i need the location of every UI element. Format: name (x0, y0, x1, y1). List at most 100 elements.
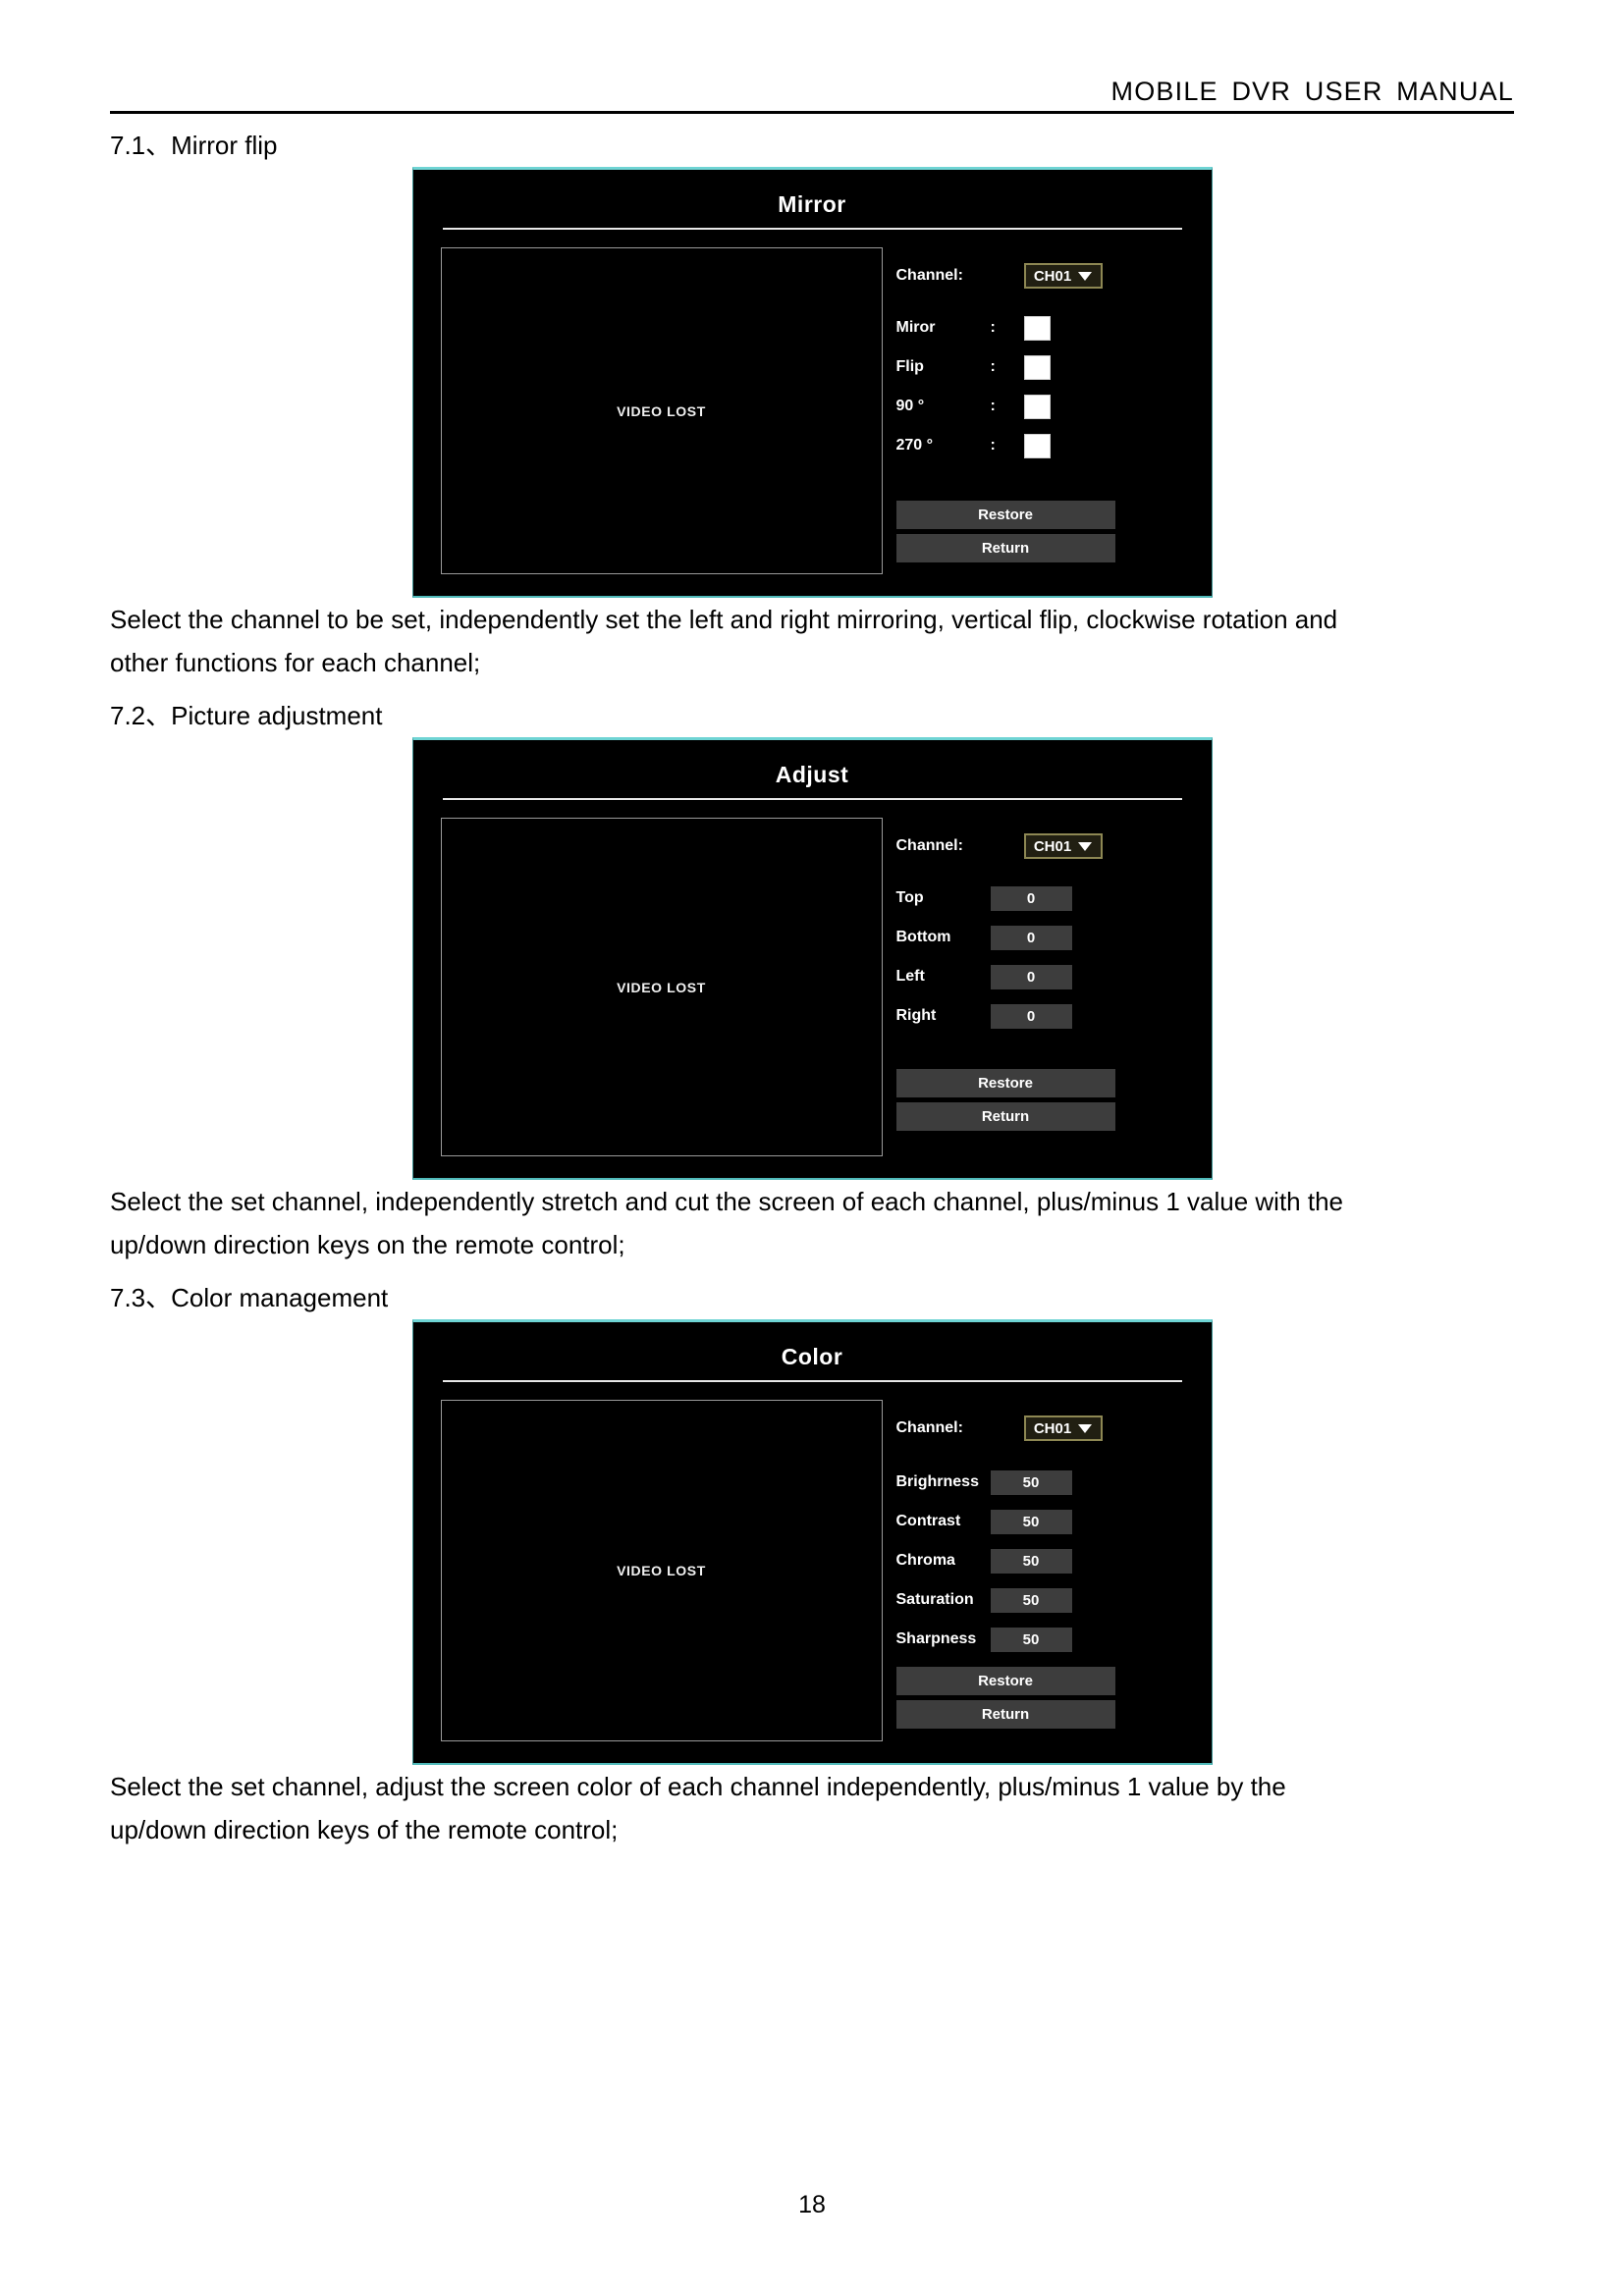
setting-row: Chroma 50 (896, 1541, 1184, 1580)
chevron-down-icon (1078, 841, 1093, 851)
left-value-field[interactable]: 0 (990, 964, 1072, 989)
bottom-value: 0 (1026, 929, 1036, 946)
section-paragraph-color: Select the set channel, adjust the scree… (110, 1765, 1514, 1851)
document-page: MOBILE DVR USER MANUAL 7.1、Mirror flip M… (0, 0, 1624, 2296)
setting-label: Contrast (895, 1513, 961, 1529)
channel-row: Channel: CH01 (896, 263, 1184, 289)
paragraph-line: Select the channel to be set, independen… (110, 605, 1338, 634)
section-paragraph-mirror: Select the channel to be set, independen… (110, 598, 1514, 684)
setting-label: Miror (895, 319, 936, 336)
channel-label: Channel: (895, 1419, 963, 1436)
channel-select[interactable]: CH01 (1023, 1415, 1103, 1441)
section-heading-mirror-flip: 7.1、Mirror flip (110, 131, 278, 160)
channel-select[interactable]: CH01 (1023, 833, 1103, 859)
top-value-field[interactable]: 0 (990, 885, 1072, 911)
setting-row: Bottom 0 (896, 918, 1184, 957)
mirror-setting-rows: Miror : Flip : 90 ° : 270 °: (896, 308, 1184, 465)
dialog-title: Color (781, 1344, 843, 1369)
channel-row: Channel: CH01 (896, 1415, 1184, 1441)
mirror-dialog-figure: Mirror VIDEO LOST Channel: CH01 Miror: … (110, 167, 1514, 598)
setting-row: Sharpness 50 (896, 1620, 1184, 1659)
setting-row: Miror : (896, 308, 1184, 347)
adjust-dialog-figure: Adjust VIDEO LOST Channel: CH01 Top 0 Bo… (110, 737, 1514, 1180)
section-paragraph-adjust: Select the set channel, independently st… (110, 1180, 1514, 1266)
setting-row: Left 0 (896, 957, 1184, 996)
setting-colon: : (990, 398, 996, 414)
dialog-title-divider (442, 1380, 1182, 1382)
adjust-setting-rows: Top 0 Bottom 0 Left 0 Right 0 (896, 879, 1184, 1036)
dialog-title: Adjust (775, 762, 849, 787)
setting-row: Flip : (896, 347, 1184, 387)
rotate-90-checkbox[interactable] (1023, 394, 1051, 419)
right-value: 0 (1026, 1007, 1036, 1025)
restore-button-label: Restore (978, 1673, 1033, 1689)
setting-label: Sharpness (895, 1630, 977, 1647)
mirror-dialog: Mirror VIDEO LOST Channel: CH01 Miror: … (411, 167, 1213, 598)
setting-label: Right (895, 1007, 937, 1024)
restore-button-label: Restore (978, 507, 1033, 523)
setting-colon: : (990, 319, 996, 336)
section-heading-picture-adjustment: 7.2、Picture adjustment (110, 701, 383, 730)
return-button[interactable]: Return (895, 1102, 1115, 1131)
setting-row: 270 ° : (896, 426, 1184, 465)
brightness-value-field[interactable]: 50 (990, 1469, 1072, 1495)
setting-row: Brighrness 50 (896, 1463, 1184, 1502)
setting-label: Bottom (895, 929, 951, 945)
adjust-controls: Channel: CH01 Top 0 Bottom 0 Left 0 Righ… (895, 818, 1184, 1136)
contrast-value-field[interactable]: 50 (990, 1509, 1072, 1534)
video-preview-panel: VIDEO LOST (440, 818, 883, 1156)
color-controls: Channel: CH01 Brighrness 50 Contrast 50 … (895, 1400, 1184, 1734)
setting-label: Left (895, 968, 925, 985)
bottom-value-field[interactable]: 0 (990, 925, 1072, 950)
setting-label: Flip (895, 358, 924, 375)
paragraph-line: up/down direction keys of the remote con… (110, 1815, 619, 1844)
setting-label: Saturation (895, 1591, 974, 1608)
chroma-value: 50 (1022, 1552, 1040, 1570)
dialog-title: Mirror (778, 191, 846, 217)
video-lost-label: VIDEO LOST (617, 402, 706, 419)
section-heading-color-management: 7.3、Color management (110, 1283, 389, 1312)
return-button[interactable]: Return (895, 534, 1115, 562)
channel-select-value: CH01 (1033, 1419, 1072, 1437)
paragraph-line: up/down direction keys on the remote con… (110, 1230, 625, 1259)
restore-button[interactable]: Restore (895, 1069, 1115, 1097)
video-lost-label: VIDEO LOST (617, 979, 706, 995)
return-button[interactable]: Return (895, 1700, 1115, 1729)
setting-row: Saturation 50 (896, 1580, 1184, 1620)
dialog-actions: Restore Return (895, 465, 1184, 567)
channel-label: Channel: (895, 837, 963, 854)
paragraph-line: other functions for each channel; (110, 648, 481, 677)
dialog-actions: Restore Return (895, 1036, 1184, 1136)
sharpness-value: 50 (1022, 1630, 1040, 1648)
chevron-down-icon (1078, 271, 1093, 281)
sharpness-value-field[interactable]: 50 (990, 1627, 1072, 1652)
color-dialog: Color VIDEO LOST Channel: CH01 Brighrnes… (411, 1319, 1213, 1765)
saturation-value-field[interactable]: 50 (990, 1587, 1072, 1613)
channel-label: Channel: (895, 267, 963, 284)
saturation-value: 50 (1022, 1591, 1040, 1609)
rotate-270-checkbox[interactable] (1023, 433, 1051, 458)
setting-colon: : (990, 437, 996, 454)
page-header: MOBILE DVR USER MANUAL (110, 0, 1514, 114)
dialog-title-divider (442, 228, 1182, 230)
setting-label: 90 ° (895, 398, 925, 414)
header-divider (110, 111, 1514, 114)
channel-select[interactable]: CH01 (1023, 263, 1103, 289)
dialog-actions: Restore Return (895, 1659, 1184, 1734)
contrast-value: 50 (1022, 1513, 1040, 1530)
mirror-controls: Channel: CH01 Miror : Flip: 90 °: 270 … (895, 247, 1184, 567)
top-value: 0 (1026, 889, 1036, 907)
mirror-checkbox[interactable] (1023, 315, 1051, 341)
color-setting-rows: Brighrness 50 Contrast 50 Chroma 50 Satu… (896, 1463, 1184, 1659)
restore-button-label: Restore (978, 1075, 1033, 1092)
dialog-title-divider (442, 798, 1182, 800)
return-button-label: Return (981, 540, 1030, 557)
setting-colon: : (990, 358, 996, 375)
restore-button[interactable]: Restore (895, 501, 1115, 529)
return-button-label: Return (981, 1108, 1030, 1125)
flip-checkbox[interactable] (1023, 354, 1051, 380)
right-value-field[interactable]: 0 (990, 1003, 1072, 1029)
chroma-value-field[interactable]: 50 (990, 1548, 1072, 1574)
restore-button[interactable]: Restore (895, 1667, 1115, 1695)
return-button-label: Return (981, 1706, 1030, 1723)
